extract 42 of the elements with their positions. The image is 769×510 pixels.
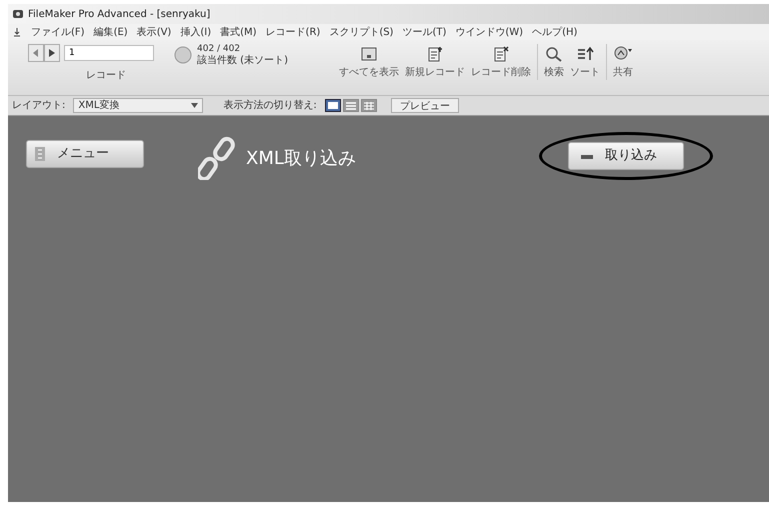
preview-button[interactable]: プレビュー	[390, 98, 459, 113]
record-label: レコード	[85, 69, 126, 83]
toolbar-button[interactable]: すべてを表示	[336, 44, 402, 80]
menu-item[interactable]: 書式(M)	[220, 24, 257, 40]
window-title: FileMaker Pro Advanced - [senryaku]	[28, 8, 210, 22]
tray-icon	[581, 153, 593, 159]
page-heading: XML取り込み	[246, 146, 356, 170]
view-label: 表示方法の切り替え:	[223, 98, 317, 113]
search-icon	[545, 46, 563, 62]
menu-item[interactable]: ツール(T)	[402, 24, 446, 40]
toolbar-button[interactable]: ソート	[567, 44, 603, 80]
caret-icon	[191, 103, 198, 108]
toolbar-button[interactable]: 検索	[537, 44, 567, 80]
sort-status: 該当件数 (未ソート)	[197, 55, 288, 66]
record-number-field[interactable]: 1	[64, 45, 154, 61]
toolbar-button[interactable]: レコード削除	[468, 44, 534, 80]
menu-item[interactable]: ヘルプ(H)	[532, 24, 578, 40]
toolbar-button[interactable]: 新規レコード	[402, 44, 468, 80]
toolbar-button[interactable]: 共有	[606, 44, 636, 80]
list-icon	[35, 147, 45, 161]
sort-icon	[576, 46, 594, 62]
menu-button[interactable]: メニュー	[26, 140, 144, 168]
view-button[interactable]	[324, 99, 341, 112]
import-button[interactable]: 取り込み	[568, 142, 684, 170]
left-arrow-icon	[33, 49, 39, 57]
record-count: 402 / 402	[197, 44, 242, 54]
menu-item[interactable]: レコード(R)	[266, 24, 320, 40]
app-icon	[12, 8, 24, 20]
menu-item[interactable]: スクリプト(S)	[329, 24, 394, 40]
menu-item[interactable]: 挿入(I)	[180, 24, 212, 40]
link-icon	[198, 136, 238, 180]
note-icon	[426, 46, 444, 62]
menu-item[interactable]: 編集(E)	[94, 24, 128, 40]
layout-label: レイアウト:	[12, 99, 66, 113]
menu-item[interactable]: ファイル(F)	[31, 24, 85, 40]
menu-item[interactable]: ウインドウ(W)	[455, 24, 524, 40]
right-arrow-icon	[49, 49, 55, 57]
layout-dropdown[interactable]: XML変換	[73, 98, 204, 113]
share-icon	[613, 46, 633, 62]
next-record-button[interactable]	[44, 44, 60, 62]
menu-item[interactable]: 表示(V)	[136, 24, 172, 40]
note-icon	[492, 46, 510, 62]
